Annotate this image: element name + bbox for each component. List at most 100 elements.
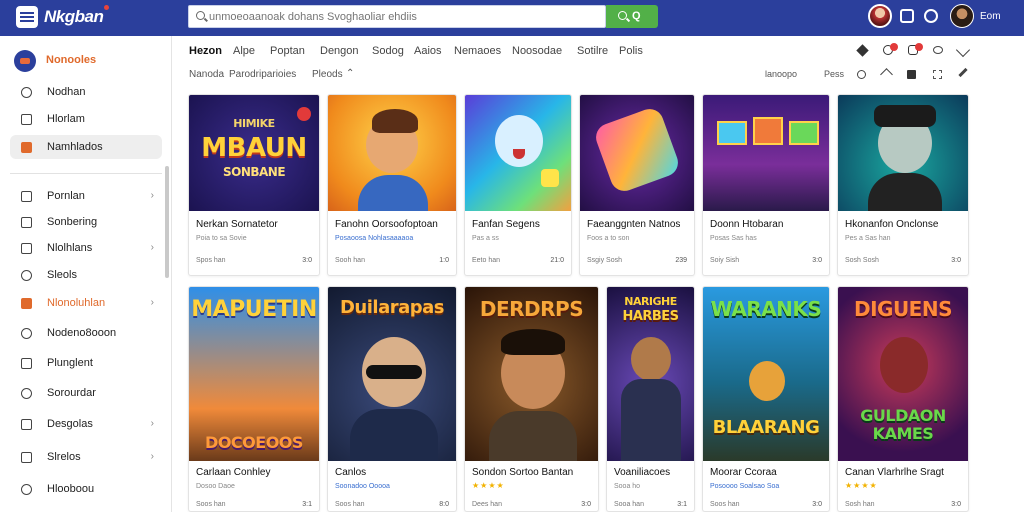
notifications-icon[interactable] [900,9,914,23]
game-thumbnail[interactable] [580,95,694,211]
grid-view-icon[interactable] [907,70,916,79]
sidebar-item[interactable]: Plunglent [10,351,162,375]
rating-stars: ★★★★ [845,481,878,490]
game-subtitle: Poia to sa Sovie [196,235,247,242]
tab[interactable]: Poptan [270,45,305,57]
game-title[interactable]: Sondon Sortoo Bantan [472,467,596,478]
sidebar-item[interactable]: Nodeno8ooon [10,321,162,345]
tab[interactable]: Polis [619,45,643,57]
app-logo[interactable]: Nkgban [44,7,104,27]
sort-option[interactable]: Pess [824,69,844,79]
game-thumbnail[interactable]: WARANKS BLAARANG [703,287,829,461]
fullscreen-icon[interactable] [933,70,942,79]
game-thumbnail[interactable] [703,95,829,211]
sidebar-item[interactable]: Hlooboou [10,477,162,501]
thumbnail-title: MAPUETIN [191,297,317,322]
tools-icon[interactable] [958,67,968,78]
game-title[interactable]: Hkonanfon Onclonse [845,219,965,230]
search-input[interactable] [209,9,599,25]
game-title[interactable]: Fanfan Segens [472,219,568,230]
filter-chip[interactable]: Nanoda [189,69,224,80]
game-thumbnail[interactable]: DIGUENS GULDAON KAMES [838,287,968,461]
game-meta: Sosh Sosh [845,257,879,264]
game-card[interactable]: Hkonanfon Onclonse Pes a Sas han Sosh So… [837,94,969,276]
tab[interactable]: Aaios [414,45,442,57]
game-card[interactable]: Doonn Htobaran Posas Sas has Soiy Sish 3… [702,94,830,276]
game-card[interactable]: Duilarapas Canlos Soonadoo Ooooa Soos ha… [327,286,457,512]
game-title[interactable]: Voaniliacoes [614,467,694,478]
game-card[interactable]: WARANKS BLAARANG Moorar Ccoraa Posoooo S… [702,286,830,512]
badge-icon [297,107,311,121]
sidebar-scrollbar[interactable] [165,166,169,278]
game-card[interactable]: MAPUETIN DOCOEOOS Carlaan Conhley Dosoo … [188,286,320,512]
chevron-up-icon[interactable]: ⌃ [346,68,354,79]
notification-dot [890,43,898,51]
game-card[interactable]: Faeanggnten Natnos Foos a to son Ssgiy S… [579,94,695,276]
share-icon[interactable] [933,46,943,54]
sidebar-header[interactable]: Nonooles [14,50,164,72]
tab-home[interactable]: Hezon [189,45,222,57]
arcade-screen [789,121,819,145]
game-thumbnail[interactable]: NARIGHE HARBES [607,287,694,461]
game-thumbnail[interactable] [465,95,571,211]
game-thumbnail[interactable]: DERDRPS [465,287,598,461]
tab[interactable]: Dengon [320,45,359,57]
tab[interactable]: Sodog [372,45,404,57]
game-title[interactable]: Carlaan Conhley [196,467,316,478]
filter-chip[interactable]: Pleods [312,69,343,80]
sidebar-item[interactable]: Sonbering [10,210,162,234]
game-count: 3:0 [812,501,822,508]
gamepad-icon [21,191,32,202]
tab[interactable]: Sotilre [577,45,608,57]
game-thumbnail[interactable]: MAPUETIN DOCOEOOS [189,287,319,461]
game-meta: Ssgiy Sosh [587,257,623,264]
game-thumbnail[interactable] [328,95,456,211]
sidebar-item[interactable]: Sleols [10,263,162,287]
tab[interactable]: Noosodae [512,45,562,57]
sidebar-item-library[interactable]: Hlorlam [10,107,162,131]
game-title[interactable]: Nerkan Sornatetor [196,219,316,230]
arrow-up-icon[interactable] [880,68,893,81]
refresh-icon[interactable] [857,70,866,79]
game-title[interactable]: Moorar Ccoraa [710,467,826,478]
game-title[interactable]: Canlos [335,467,455,478]
filter-chip[interactable]: Parodriparioies [229,69,296,80]
sidebar-item[interactable]: Sorourdar [10,381,162,405]
game-card[interactable]: Fanfan Segens Pas a ss Eeto han 21:0 [464,94,572,276]
search-button[interactable]: Q [606,5,658,28]
sidebar-item[interactable]: Nlolhlans › [10,236,162,260]
game-thumbnail[interactable] [838,95,968,211]
sidebar-item-home[interactable]: Nodhan [10,80,162,104]
game-title[interactable]: Faeanggnten Natnos [587,219,691,230]
tab[interactable]: Alpe [233,45,255,57]
game-card[interactable]: Fanohn Oorsoofoptoan Posaoosa Nohlasaaaa… [327,94,457,276]
game-card[interactable]: DIGUENS GULDAON KAMES Canan Vlarhrlhe Sr… [837,286,969,512]
game-title[interactable]: Doonn Htobaran [710,219,826,230]
game-card[interactable]: DERDRPS Sondon Sortoo Bantan ★★★★ Dees h… [464,286,599,512]
fire-icon [21,298,32,309]
chevron-right-icon: › [150,242,154,253]
game-title[interactable]: Canan Vlarhrlhe Sragt [845,467,965,478]
sidebar-item[interactable]: Pornlan › [10,184,162,208]
sidebar-item[interactable]: Slrelos › [10,445,162,469]
diamond-icon[interactable] [856,44,869,57]
sort-label[interactable]: lanoopo [765,69,797,79]
game-card[interactable]: HIMIKE MBAUN SONBANE Nerkan Sornatetor P… [188,94,320,276]
sidebar-item[interactable]: Desgolas › [10,412,162,436]
game-title[interactable]: Fanohn Oorsoofoptoan [335,219,455,230]
game-subtitle: Dosoo Daoe [196,483,235,490]
expand-icon[interactable] [955,42,971,58]
game-thumbnail[interactable]: Duilarapas [328,287,456,461]
sidebar-item-active[interactable]: Namhlados [10,135,162,159]
sidebar-item[interactable]: Nlonoluhlan › [10,291,162,315]
user-avatar[interactable] [950,4,974,28]
user-name[interactable]: Eom [980,11,1001,22]
sidebar-item-label: Desgolas [47,418,93,430]
messages-icon[interactable] [924,9,938,23]
tab[interactable]: Nemaoes [454,45,501,57]
profile-avatar[interactable] [868,4,892,28]
game-thumbnail[interactable]: HIMIKE MBAUN SONBANE [189,95,319,211]
chevron-right-icon: › [150,190,154,201]
menu-icon[interactable] [16,6,38,28]
game-card[interactable]: NARIGHE HARBES Voaniliacoes Sooa ho Sooa… [606,286,695,512]
